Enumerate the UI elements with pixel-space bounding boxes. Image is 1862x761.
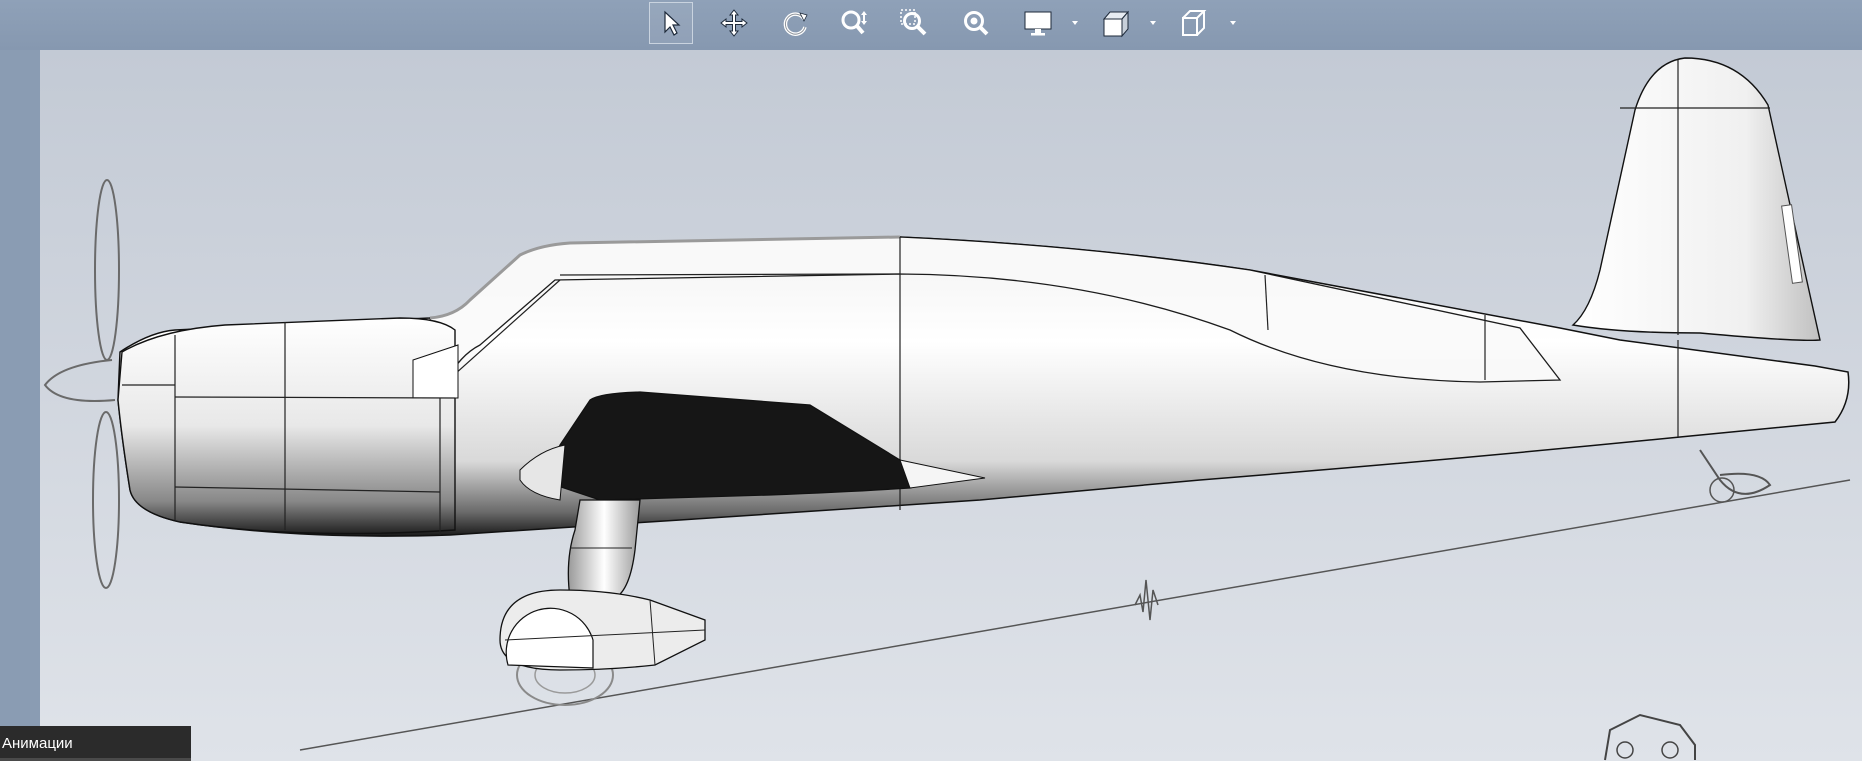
select-cursor-icon	[664, 10, 681, 36]
animations-tab[interactable]: Анимации	[0, 726, 191, 761]
display-style-button[interactable]	[1172, 2, 1216, 44]
select-tool-button[interactable]	[649, 2, 693, 44]
pan-tool-button[interactable]	[712, 2, 756, 44]
aircraft-model[interactable]	[40, 50, 1862, 761]
rotate-icon	[783, 12, 808, 36]
zoom-in-out-button[interactable]	[832, 2, 876, 44]
zoom-to-area-icon	[900, 9, 927, 36]
zoom-to-area-button[interactable]	[892, 2, 936, 44]
view-orientation-button[interactable]	[1094, 2, 1138, 44]
graphics-viewport[interactable]	[40, 50, 1862, 761]
rotate-tool-button[interactable]	[773, 2, 817, 44]
propeller	[43, 179, 120, 589]
display-monitor-icon	[1024, 11, 1052, 36]
pan-move-icon	[720, 9, 748, 37]
view-toolbar	[0, 0, 1862, 50]
view-orientation-icon	[1102, 10, 1130, 38]
display-button[interactable]	[1016, 2, 1060, 44]
chevron-down-icon[interactable]	[1070, 18, 1080, 28]
chevron-down-icon[interactable]	[1228, 18, 1238, 28]
zoom-to-fit-icon	[964, 11, 989, 36]
viewport-left-margin	[0, 50, 40, 761]
animations-tab-label: Анимации	[2, 735, 73, 752]
zoom-to-fit-button[interactable]	[954, 2, 998, 44]
chevron-down-icon[interactable]	[1148, 18, 1158, 28]
zoom-in-out-icon	[841, 10, 867, 35]
display-style-cube-icon	[1182, 10, 1207, 36]
